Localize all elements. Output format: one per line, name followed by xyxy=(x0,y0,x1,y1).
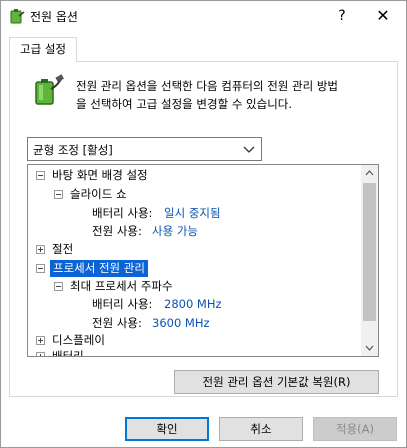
tree-item-label: 최대 프로세서 주파수 xyxy=(70,279,173,293)
tree-item-label-selected: 프로세서 전원 관리 xyxy=(50,260,148,277)
chevron-down-icon xyxy=(243,146,255,153)
tree-item-label: 디스플레이 xyxy=(52,333,105,347)
setting-value-link[interactable]: 사용 가능 xyxy=(152,223,198,240)
window-title: 전원 옵션 xyxy=(30,10,78,24)
expand-icon[interactable] xyxy=(36,245,45,254)
setting-value-link[interactable]: 3600 MHz xyxy=(152,315,210,332)
scroll-down-arrow-icon[interactable] xyxy=(361,339,378,356)
description-line-1: 전원 관리 옵션을 선택한 다음 컴퓨터의 전원 관리 방법 xyxy=(76,79,339,93)
power-options-app-icon xyxy=(10,9,25,24)
collapse-icon[interactable] xyxy=(54,190,63,199)
power-options-dialog: 전원 옵션 ? ✕ 고급 설정 전원 관리 옵션을 선택한 다음 컴퓨터의 전원… xyxy=(0,0,407,448)
scrollbar-thumb[interactable] xyxy=(363,183,376,321)
tree-item-label: 배터리 사용: xyxy=(92,206,153,220)
tab-advanced-settings[interactable]: 고급 설정 xyxy=(9,37,77,62)
collapse-icon[interactable] xyxy=(36,171,45,180)
tree-item-label: 슬라이드 쇼 xyxy=(70,187,127,201)
setting-value-link[interactable]: 일시 중지됨 xyxy=(164,205,221,222)
battery-plug-icon xyxy=(35,74,64,105)
power-plan-select-value: 균형 조정 [활성] xyxy=(33,143,113,157)
tree-item-label: 바탕 화면 배경 설정 xyxy=(52,168,148,182)
description-line-2: 을 선택하여 고급 설정을 변경할 수 있습니다. xyxy=(76,97,293,111)
tree-item-label: 전원 사용: xyxy=(92,224,142,238)
tree-item-label: 배터리 xyxy=(52,349,84,357)
tree-item-label: 배터리 사용: xyxy=(92,297,153,311)
expand-icon[interactable] xyxy=(36,352,45,356)
ok-button[interactable]: 확인 xyxy=(125,417,209,441)
title-bar: 전원 옵션 ? ✕ xyxy=(1,1,406,31)
collapse-icon[interactable] xyxy=(36,264,45,273)
tree-item-label: 절전 xyxy=(52,242,74,256)
settings-tree[interactable]: 바탕 화면 배경 설정 슬라이드 쇼 배터리 사용: 일시 중지됨 전원 사용:… xyxy=(27,164,379,357)
collapse-icon[interactable] xyxy=(54,282,63,291)
apply-button[interactable]: 적용(A) xyxy=(313,417,397,441)
tree-item-label: 전원 사용: xyxy=(92,316,142,330)
close-button[interactable]: ✕ xyxy=(368,4,398,28)
setting-value-link[interactable]: 2800 MHz xyxy=(164,296,222,313)
scroll-up-arrow-icon[interactable] xyxy=(361,165,378,182)
restore-defaults-button[interactable]: 전원 관리 옵션 기본값 복원(R) xyxy=(174,370,379,394)
expand-icon[interactable] xyxy=(36,336,45,345)
cancel-button[interactable]: 취소 xyxy=(219,417,303,441)
vertical-scrollbar[interactable] xyxy=(361,165,378,356)
power-plan-select[interactable]: 균형 조정 [활성] xyxy=(27,137,262,161)
help-button[interactable]: ? xyxy=(330,4,354,28)
